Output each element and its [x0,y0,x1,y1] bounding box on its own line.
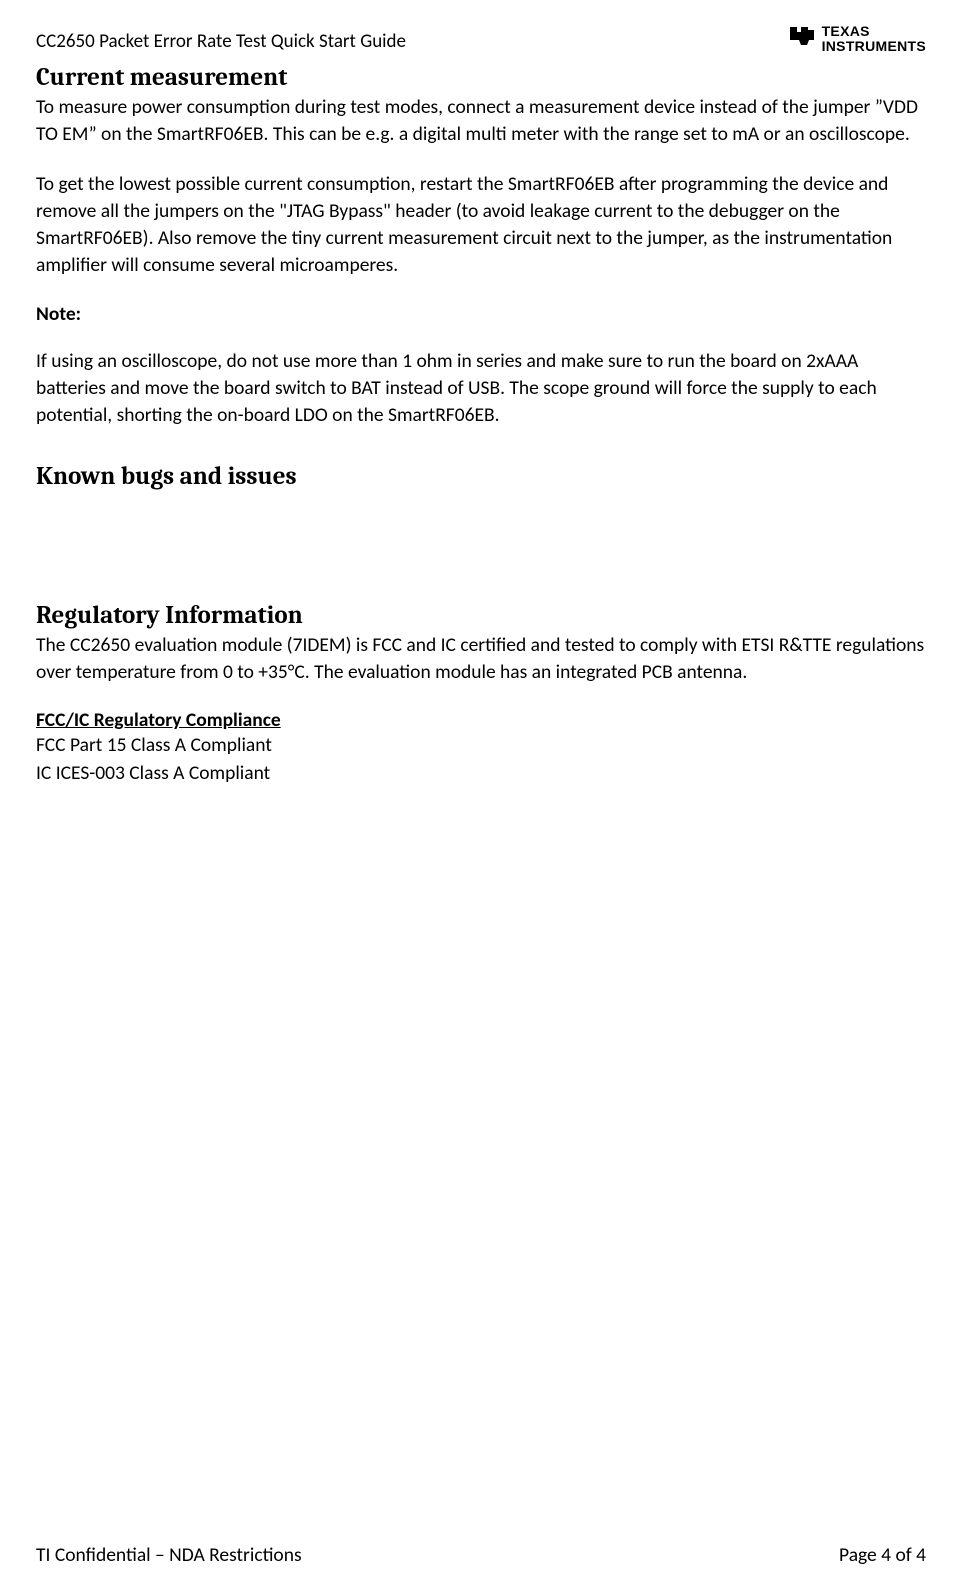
logo-line-2: INSTRUMENTS [822,39,926,54]
paragraph: To measure power consumption during test… [36,94,926,149]
logo-line-1: TEXAS [822,24,926,39]
page-footer: TI Confidential – NDA Restrictions Page … [36,1543,926,1567]
sub-heading-fcc-ic: FCC/IC Regulatory Compliance [36,708,926,732]
footer-right: Page 4 of 4 [839,1543,926,1567]
note-label: Note: [36,302,926,326]
heading-regulatory: Regulatory Information [36,601,926,630]
heading-known-bugs: Known bugs and issues [36,462,926,491]
ti-chip-icon [786,20,818,57]
heading-current-measurement: Current measurement [36,63,926,92]
compliance-line: IC ICES-003 Class A Compliant [36,760,926,787]
document-title: CC2650 Packet Error Rate Test Quick Star… [36,20,406,53]
compliance-line: FCC Part 15 Class A Compliant [36,732,926,759]
company-logo: TEXAS INSTRUMENTS [786,20,926,57]
logo-text: TEXAS INSTRUMENTS [822,24,926,53]
paragraph: To get the lowest possible current consu… [36,171,926,280]
footer-left: TI Confidential – NDA Restrictions [36,1543,302,1567]
paragraph: The CC2650 evaluation module (7IDEM) is … [36,632,926,687]
page-header: CC2650 Packet Error Rate Test Quick Star… [36,20,926,57]
paragraph: If using an oscilloscope, do not use mor… [36,348,926,430]
